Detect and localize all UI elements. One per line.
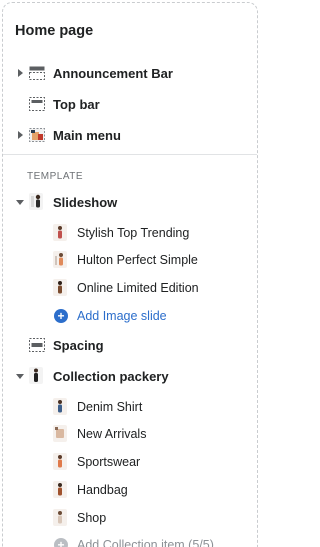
chevron-right-icon[interactable] [16, 131, 24, 139]
section-label: Spacing [53, 337, 104, 353]
plus-circle-icon: + [54, 309, 68, 323]
add-collection-item-label: Add Collection item (5/5) [77, 538, 214, 547]
section-label: Main menu [53, 127, 121, 143]
section-top-bar[interactable]: Top bar [3, 90, 257, 118]
spacing-icon [29, 338, 45, 352]
slide-thumbnail-icon [53, 279, 67, 296]
collection-thumbnail-icon [53, 453, 67, 470]
block-collection-4[interactable]: Handbag [3, 476, 257, 504]
section-label: Announcement Bar [53, 65, 173, 81]
block-label: New Arrivals [77, 427, 147, 441]
block-collection-3[interactable]: Sportswear [3, 448, 257, 476]
collection-thumbnail-icon [53, 425, 67, 442]
section-main-menu[interactable]: Main menu [3, 121, 257, 149]
slide-thumbnail-icon [53, 251, 67, 268]
block-label: Shop [77, 511, 107, 525]
collection-packery-icon [29, 367, 43, 384]
add-image-slide-button[interactable]: + Add Image slide [3, 302, 257, 330]
add-image-slide-label: Add Image slide [77, 309, 167, 323]
main-menu-icon [29, 128, 45, 142]
block-label: Denim Shirt [77, 400, 143, 414]
block-label: Online Limited Edition [77, 281, 199, 295]
add-collection-item-button: + Add Collection item (5/5) [3, 531, 257, 547]
section-announcement-bar[interactable]: Announcement Bar [3, 59, 257, 87]
divider [3, 154, 257, 155]
top-bar-icon [29, 97, 45, 111]
block-slide-2[interactable]: Hulton Perfect Simple [3, 246, 257, 274]
section-label: Top bar [53, 96, 100, 112]
page-title: Home page [15, 23, 94, 39]
slide-thumbnail-icon [53, 224, 67, 241]
plus-circle-icon: + [54, 538, 68, 547]
block-label: Stylish Top Trending [77, 226, 190, 240]
block-label: Handbag [77, 483, 128, 497]
collection-thumbnail-icon [53, 398, 67, 415]
block-slide-3[interactable]: Online Limited Edition [3, 274, 257, 302]
section-collection-packery[interactable]: Collection packery [3, 362, 257, 390]
announcement-bar-icon [29, 66, 45, 80]
block-collection-5[interactable]: Shop [3, 504, 257, 532]
chevron-right-icon[interactable] [16, 69, 24, 77]
slideshow-icon [29, 193, 43, 210]
section-label: Collection packery [53, 368, 169, 384]
block-collection-1[interactable]: Denim Shirt [3, 393, 257, 421]
collection-thumbnail-icon [53, 509, 67, 526]
chevron-down-icon[interactable] [16, 372, 24, 380]
block-slide-1[interactable]: Stylish Top Trending [3, 219, 257, 247]
section-spacing[interactable]: Spacing [3, 331, 257, 359]
block-label: Hulton Perfect Simple [77, 253, 198, 267]
sections-panel: Home page Announcement Bar Top bar Main … [2, 2, 258, 547]
section-label: Slideshow [53, 194, 118, 210]
section-slideshow[interactable]: Slideshow [3, 188, 257, 216]
template-heading: TEMPLATE [27, 171, 84, 182]
block-collection-2[interactable]: New Arrivals [3, 420, 257, 448]
collection-thumbnail-icon [53, 481, 67, 498]
block-label: Sportswear [77, 455, 141, 469]
chevron-down-icon[interactable] [16, 198, 24, 206]
